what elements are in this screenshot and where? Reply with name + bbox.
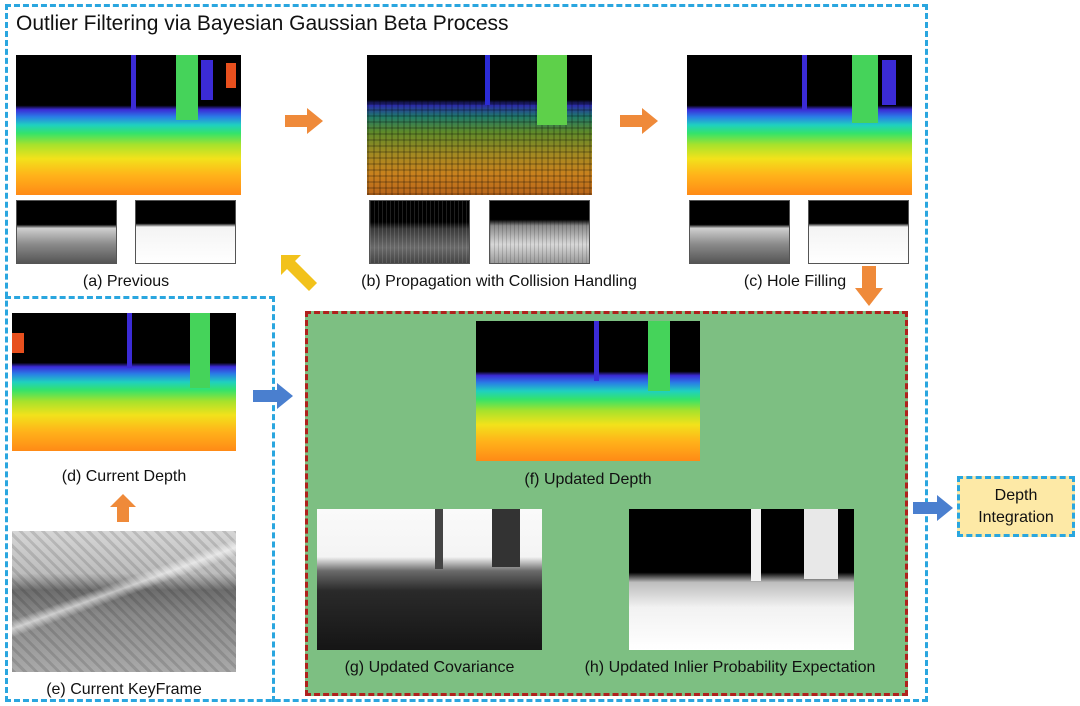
panel-b-caption: (b) Propagation with Collision Handling: [361, 273, 637, 290]
arrow-right-orange-icon: [285, 108, 323, 134]
previous-depth-image: [16, 55, 241, 195]
panel-a-caption: (a) Previous: [82, 273, 170, 290]
propagation-depth-thumbnail: [369, 200, 470, 264]
depth-integration-line1: Depth: [994, 486, 1038, 504]
propagation-inlier-thumbnail: [489, 200, 590, 264]
hole-filled-inlier-thumbnail: [808, 200, 909, 264]
panel-h-caption: (h) Updated Inlier Probability Expectati…: [584, 659, 876, 676]
arrow-right-blue-icon: [253, 383, 293, 409]
arrow-upleft-yellow-icon: [281, 255, 319, 293]
panel-e-caption: (e) Current KeyFrame: [46, 681, 202, 698]
panel-g-caption: (g) Updated Covariance: [344, 659, 515, 676]
current-depth-image: [12, 313, 236, 451]
panel-f-caption: (f) Updated Depth: [524, 471, 652, 488]
depth-integration-line2: Integration: [978, 508, 1054, 526]
arrow-right-blue-icon: [913, 495, 953, 521]
panel-d-caption: (d) Current Depth: [61, 468, 187, 485]
arrow-up-orange-icon: [110, 494, 136, 522]
diagram-title: Outlier Filtering via Bayesian Gaussian …: [16, 12, 509, 35]
updated-inlier-probability-image: [629, 509, 854, 650]
hole-filled-depth-thumbnail: [689, 200, 790, 264]
arrow-down-orange-icon: [855, 266, 883, 306]
propagation-depth-image: [367, 55, 592, 195]
previous-depth-thumbnail: [16, 200, 117, 264]
hole-filled-depth-image: [687, 55, 912, 195]
updated-covariance-image: [317, 509, 542, 650]
current-keyframe-image: [12, 531, 236, 672]
previous-inlier-thumbnail: [135, 200, 236, 264]
updated-depth-image: [476, 321, 700, 461]
arrow-right-orange-icon: [620, 108, 658, 134]
depth-integration-box: Depth Integration: [957, 476, 1075, 537]
